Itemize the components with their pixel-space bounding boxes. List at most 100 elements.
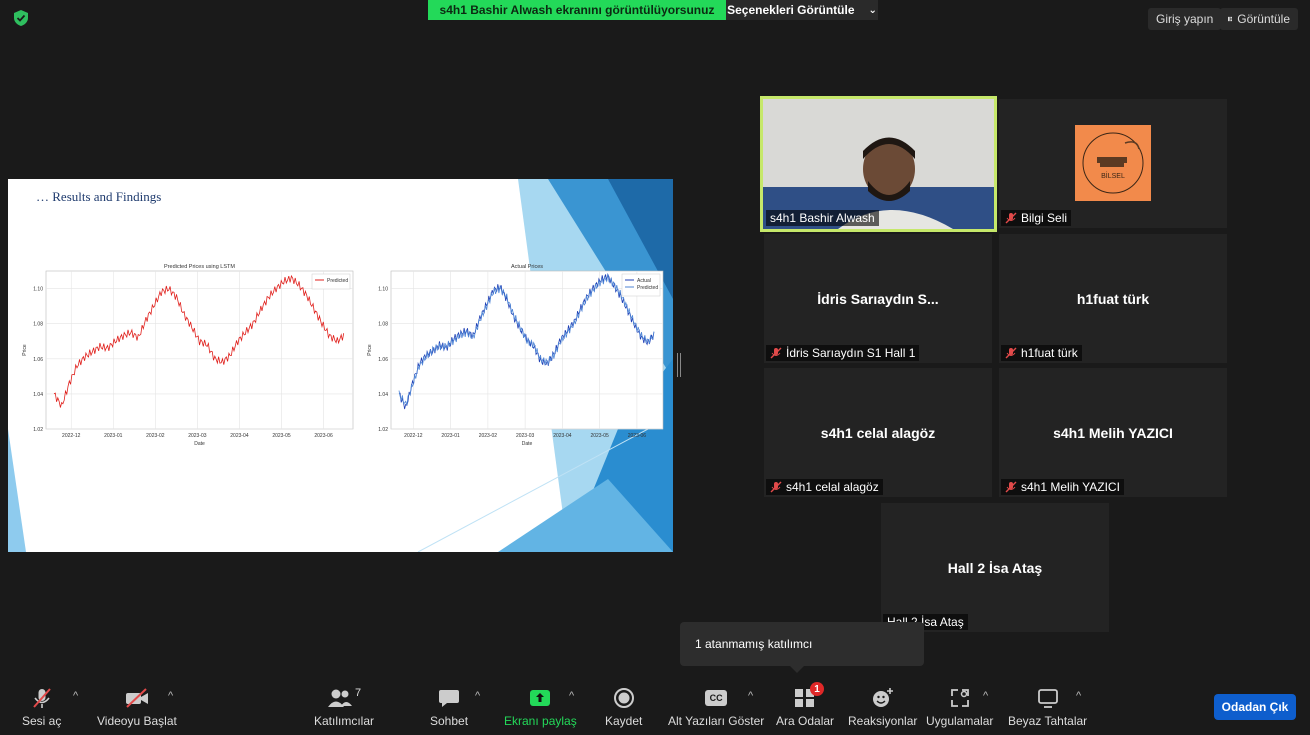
mic-muted-icon [32,688,51,708]
view-options-button[interactable]: Seçenekleri Görüntüle ⌄ [726,0,878,20]
participant-tile-idris[interactable]: İdris Sarıaydın S... İdris Sarıaydın S1 … [764,234,992,363]
mic-muted-icon [1005,347,1017,359]
y-tick-label: 1.02 [378,427,388,433]
legend: Predicted [311,273,351,290]
x-tick-label: 2023-06 [628,433,647,439]
participant-center-name: s4h1 celal alagöz [820,424,936,441]
reactions-label: Reaksiyonlar [848,714,918,728]
login-label: Giriş yapın [1156,12,1214,26]
y-tick-label: 1.04 [378,392,388,398]
leave-room-button[interactable]: Odadan Çık [1214,694,1296,720]
shared-screen-slide: … Results and Findings 1.02 1.04 1.06 1.08 1… [8,179,673,552]
whiteboards-label: Beyaz Tahtalar [1008,714,1088,728]
unmute-button[interactable]: Sesi aç [22,686,61,728]
unassigned-participant-tooltip: 1 atanmamış katılımcı [680,622,924,666]
share-screen-button[interactable]: Ekranı paylaş [504,686,577,728]
participant-tile-fuat[interactable]: h1fuat türk h1fuat türk [999,234,1227,363]
x-tick-label: 2023-05 [590,433,609,439]
mic-muted-icon [770,481,782,493]
screen-share-banner: s4h1 Bashir Alwash ekranını görüntülüyor… [428,0,726,20]
splitter-handle[interactable] [677,353,681,377]
participant-name-label: h1fuat türk [1001,345,1082,361]
slide-title: … Results and Findings [36,189,162,204]
participant-tile-bashir[interactable]: s4h1 Bashir Alwash [760,96,997,232]
x-tick-label: 2023-01 [441,433,460,439]
y-tick-label: 1.04 [33,392,43,398]
record-button[interactable]: Kaydet [605,686,642,728]
participant-tile-celal[interactable]: s4h1 celal alagöz s4h1 celal alagöz [764,368,992,497]
x-tick-label: 2023-03 [188,433,207,439]
share-screen-icon [530,690,551,706]
mic-muted-icon [1005,212,1017,224]
x-tick-label: 2023-05 [272,433,291,439]
participants-label: Katılımcılar [314,714,375,728]
tooltip-arrow [790,666,804,673]
breakout-rooms-button[interactable]: 1 Ara Odalar [776,682,834,728]
y-tick-label: 1.10 [378,287,388,293]
chevron-down-icon: ⌄ [868,4,877,16]
breakout-notification-badge: 1 [810,682,825,696]
start-video-label: Videoyu Başlat [97,714,177,728]
x-axis-label: Date [194,441,205,447]
participant-logo-image: BİLSEL [1075,125,1151,201]
share-options-caret[interactable]: ^ [569,690,574,702]
whiteboard-icon [1037,689,1058,708]
reactions-icon [872,688,893,707]
x-tick-label: 2023-02 [479,433,498,439]
audio-options-caret[interactable]: ^ [73,690,78,702]
start-video-button[interactable]: Videoyu Başlat [97,686,177,728]
participant-tile-melih[interactable]: s4h1 Melih YAZICI s4h1 Melih YAZICI [999,368,1227,497]
captions-options-caret[interactable]: ^ [748,690,753,702]
y-tick-label: 1.10 [33,287,43,293]
chat-icon [439,690,460,707]
participants-button[interactable]: 7 Katılımcılar [314,686,374,728]
y-tick-label: 1.08 [33,322,43,328]
x-tick-label: 2023-03 [516,433,535,439]
reactions-button[interactable]: Reaksiyonlar [848,686,917,728]
apps-icon [950,689,969,707]
legend-label: Actual [637,278,651,284]
legend-label: Predicted [637,285,658,291]
chat-options-caret[interactable]: ^ [475,690,480,702]
participant-name-label: s4h1 Melih YAZICI [1001,479,1124,495]
apps-options-caret[interactable]: ^ [983,690,988,702]
video-off-icon [125,688,148,708]
x-tick-label: 2023-06 [314,433,333,439]
tooltip-text: 1 atanmamış katılımcı [695,637,813,651]
apps-label: Uygulamalar [926,714,994,728]
mic-muted-icon [1005,481,1017,493]
y-tick-label: 1.02 [33,427,43,433]
security-shield-icon[interactable] [12,9,30,27]
video-options-caret[interactable]: ^ [168,690,173,702]
participant-name-label: Bilgi Seli [1001,210,1072,226]
show-captions-label: Alt Yazıları Göster [668,714,765,728]
grid-view-icon [1228,16,1233,22]
y-tick-label: 1.06 [378,357,388,363]
participant-center-name: İdris Sarıaydın S... [817,290,939,307]
chat-button[interactable]: Sohbet [430,686,468,728]
leave-room-label: Odadan Çık [1221,700,1289,714]
x-tick-label: 2023-04 [230,433,249,439]
x-tick-label: 2022-12 [62,433,81,439]
y-tick-label: 1.06 [33,357,43,363]
login-button[interactable]: Giriş yapın [1148,8,1222,30]
share-screen-label: Ekranı paylaş [504,714,577,728]
logo-text: BİLSEL [1101,173,1125,180]
unmute-label: Sesi aç [22,714,62,728]
y-axis-label: Price [367,344,373,356]
participants-icon [327,689,352,707]
legend: ActualPredicted [621,273,661,297]
chart-title: Predicted Prices using LSTM [164,264,235,270]
x-tick-label: 2023-01 [104,433,123,439]
view-label: Görüntüle [1237,12,1290,26]
participant-tile-bilgi[interactable]: BİLSEL Bilgi Seli [999,99,1227,228]
record-label: Kaydet [605,714,643,728]
predicted-prices-chart: 1.02 1.04 1.06 1.08 1.10 2022-12 2023-01 2023-0… [22,264,354,447]
whiteboard-options-caret[interactable]: ^ [1076,690,1081,702]
participant-name-label: s4h1 celal alagöz [766,479,883,495]
participant-tile-isa[interactable]: Hall 2 İsa Ataş Hall 2 İsa Ataş [881,503,1109,632]
x-tick-label: 2022-12 [404,433,423,439]
participant-center-name: s4h1 Melih YAZICI [1053,424,1173,441]
view-button[interactable]: Görüntüle [1220,8,1298,30]
participant-center-name: h1fuat türk [1076,290,1150,307]
